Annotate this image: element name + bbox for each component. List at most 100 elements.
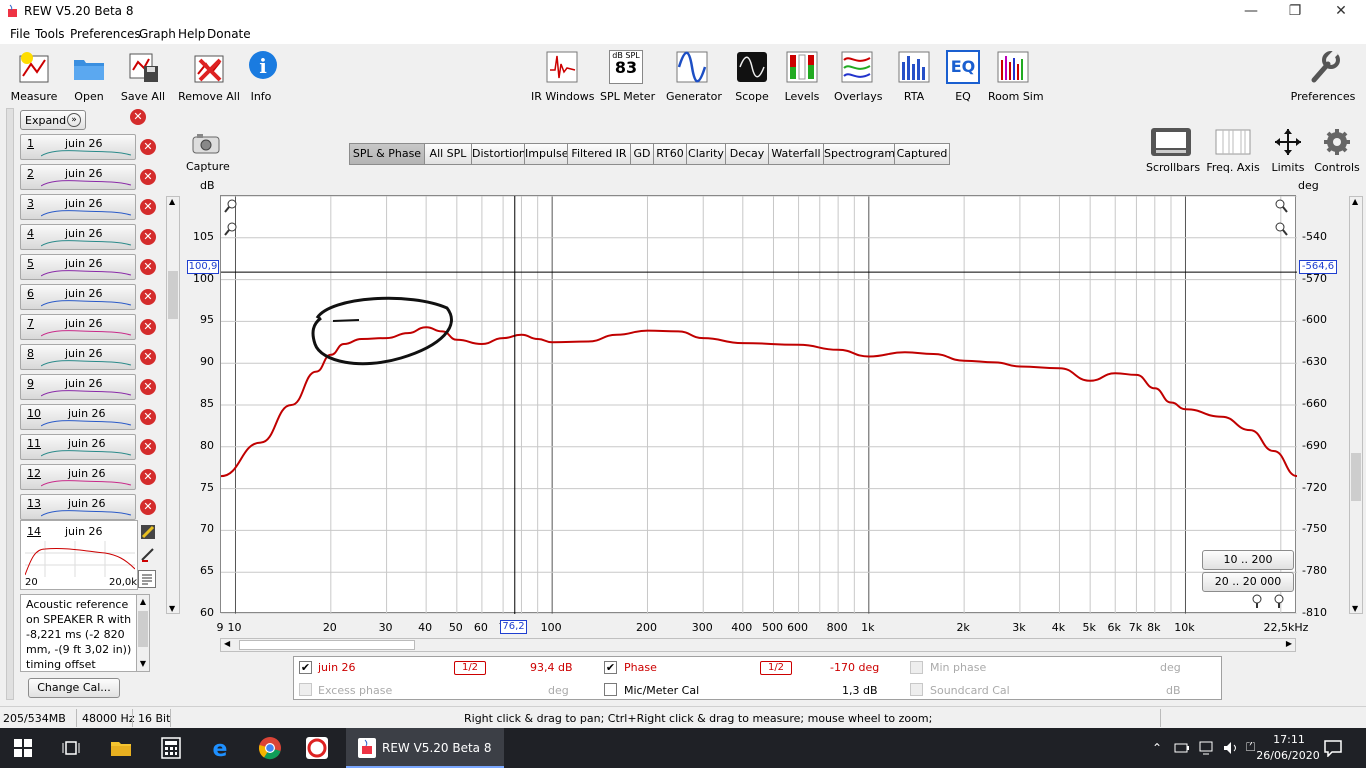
notes-scrollbar[interactable]: ▲ ▼: [136, 594, 150, 672]
remove-measurement-icon[interactable]: ✕: [140, 349, 156, 365]
measurement-row[interactable]: 6 juin 26 ✕: [18, 282, 156, 312]
tab-all-spl[interactable]: All SPL: [424, 143, 472, 165]
measurement-row[interactable]: 13 juin 26 ✕: [18, 492, 156, 522]
measurement-tab[interactable]: 12 juin 26: [20, 464, 136, 490]
room-sim-button[interactable]: Room Sim: [988, 50, 1044, 103]
menu-donate[interactable]: Donate: [207, 27, 251, 41]
measurement-row[interactable]: 7 juin 26 ✕: [18, 312, 156, 342]
scrollbars-button[interactable]: Scrollbars: [1146, 127, 1200, 174]
battery-icon[interactable]: [1174, 741, 1190, 755]
freq-axis-button[interactable]: Freq. Axis: [1206, 127, 1260, 174]
selected-measurement-card[interactable]: 14 juin 26 20 20,0k: [20, 520, 138, 590]
menu-help[interactable]: Help: [178, 27, 205, 41]
limits-button[interactable]: Limits: [1268, 127, 1308, 174]
remove-measurement-icon[interactable]: ✕: [130, 109, 146, 125]
tab-spectrogram[interactable]: Spectrogram: [823, 143, 895, 165]
tab-rt60[interactable]: RT60: [653, 143, 687, 165]
measurement-row[interactable]: 8 juin 26 ✕: [18, 342, 156, 372]
range-20-20000-button[interactable]: 20 .. 20 000: [1202, 572, 1294, 592]
preferences-button[interactable]: Preferences: [1290, 50, 1356, 103]
range-10-200-button[interactable]: 10 .. 200: [1202, 550, 1294, 570]
graph-right-vscroll[interactable]: ▲ ▼: [1349, 196, 1363, 614]
chrome-browser-icon[interactable]: [258, 736, 282, 760]
measurement-tab[interactable]: 11 juin 26: [20, 434, 136, 460]
edit-icon[interactable]: [140, 524, 156, 540]
zoom-out-y-icon[interactable]: [224, 222, 238, 236]
measurement-tab[interactable]: 6 juin 26: [20, 284, 136, 310]
measurement-tab[interactable]: 13 juin 26: [20, 494, 136, 520]
measure-button[interactable]: Measure: [10, 50, 58, 103]
graph-hscroll[interactable]: ◀ ▶: [220, 638, 1296, 652]
minimize-button[interactable]: —: [1228, 0, 1274, 24]
measurement-tab[interactable]: 9 juin 26: [20, 374, 136, 400]
zoom-out-x-icon[interactable]: [1250, 594, 1264, 608]
scope-button[interactable]: Scope: [734, 50, 770, 103]
windows-start-icon[interactable]: [14, 739, 32, 757]
mic-meter-cal-checkbox[interactable]: [604, 683, 617, 696]
zoom-in-y-icon[interactable]: [224, 199, 238, 213]
measurement-row[interactable]: 5 juin 26 ✕: [18, 252, 156, 282]
tab-clarity[interactable]: Clarity: [686, 143, 726, 165]
capture-button[interactable]: Capture: [186, 131, 230, 173]
menu-tools[interactable]: Tools: [35, 27, 65, 41]
restore-button[interactable]: ❐: [1272, 0, 1318, 24]
taskbar-rew-app[interactable]: REW V5.20 Beta 8: [346, 728, 504, 768]
menu-preferences[interactable]: Preferences: [70, 27, 141, 41]
phase-visible-checkbox[interactable]: ✔: [604, 661, 617, 674]
tab-decay[interactable]: Decay: [725, 143, 769, 165]
menu-file[interactable]: File: [10, 27, 30, 41]
pen-icon[interactable]: [140, 546, 156, 562]
soundcard-cal-checkbox[interactable]: [910, 683, 923, 696]
left-panel-scrollbar[interactable]: [6, 108, 14, 700]
measurement-tab[interactable]: 4 juin 26: [20, 224, 136, 250]
measurement-tab[interactable]: 2 juin 26: [20, 164, 136, 190]
overlays-button[interactable]: Overlays: [834, 50, 883, 103]
clock-date[interactable]: 26/06/2020: [1248, 749, 1328, 762]
spl-phase-plot[interactable]: [220, 195, 1298, 615]
generator-button[interactable]: Generator: [666, 50, 722, 103]
tab-gd[interactable]: GD: [630, 143, 654, 165]
remove-measurement-icon[interactable]: ✕: [140, 259, 156, 275]
tab-waterfall[interactable]: Waterfall: [768, 143, 824, 165]
spl-meter-button[interactable]: dB SPL 83 SPL Meter: [600, 50, 655, 103]
zoom-out-phase-icon[interactable]: [1274, 222, 1288, 236]
remove-measurement-icon[interactable]: ✕: [140, 439, 156, 455]
open-button[interactable]: Open: [68, 50, 110, 103]
min-phase-checkbox[interactable]: [910, 661, 923, 674]
remove-measurement-icon[interactable]: ✕: [140, 379, 156, 395]
expand-button[interactable]: Expand »: [20, 110, 86, 130]
remove-measurement-icon[interactable]: ✕: [140, 199, 156, 215]
measurement-row[interactable]: 9 juin 26 ✕: [18, 372, 156, 402]
measurement-tab[interactable]: 5 juin 26: [20, 254, 136, 280]
tab-spl-phase[interactable]: SPL & Phase: [349, 143, 425, 165]
file-explorer-icon[interactable]: [110, 738, 132, 758]
tab-impulse[interactable]: Impulse: [524, 143, 568, 165]
controls-button[interactable]: Controls: [1314, 127, 1360, 174]
measurement-tab[interactable]: 10 juin 26: [20, 404, 136, 430]
excess-phase-checkbox[interactable]: [299, 683, 312, 696]
task-view-icon[interactable]: [62, 739, 80, 757]
change-cal-button[interactable]: Change Cal...: [28, 678, 120, 698]
graph-left-vscroll[interactable]: ▲ ▼: [166, 196, 180, 614]
plot-svg[interactable]: [220, 195, 1298, 615]
clock-time[interactable]: 17:11: [1264, 733, 1314, 746]
close-button[interactable]: ✕: [1318, 0, 1364, 24]
zoom-in-x-icon[interactable]: [1272, 594, 1286, 608]
measurement-row[interactable]: 3 juin 26 ✕: [18, 192, 156, 222]
measurement-row[interactable]: 11 juin 26 ✕: [18, 432, 156, 462]
tray-chevron-icon[interactable]: ⌃: [1152, 741, 1162, 755]
remove-measurement-icon[interactable]: ✕: [140, 139, 156, 155]
measurement-row[interactable]: 10 juin 26 ✕: [18, 402, 156, 432]
trace-smoothing-button[interactable]: 1/2: [454, 661, 486, 675]
remove-measurement-icon[interactable]: ✕: [140, 229, 156, 245]
remove-measurement-icon[interactable]: ✕: [140, 409, 156, 425]
tab-distortion[interactable]: Distortion: [471, 143, 526, 165]
trace-visible-checkbox[interactable]: ✔: [299, 661, 312, 674]
volume-icon[interactable]: [1222, 740, 1240, 756]
remove-measurement-icon[interactable]: ✕: [140, 499, 156, 515]
calculator-icon[interactable]: [160, 737, 182, 759]
measurement-notes[interactable]: Acoustic reference on SPEAKER R with -8,…: [20, 594, 150, 672]
measurement-tab[interactable]: 3 juin 26: [20, 194, 136, 220]
measurement-tab[interactable]: 8 juin 26: [20, 344, 136, 370]
measurement-tab[interactable]: 1 juin 26: [20, 134, 136, 160]
